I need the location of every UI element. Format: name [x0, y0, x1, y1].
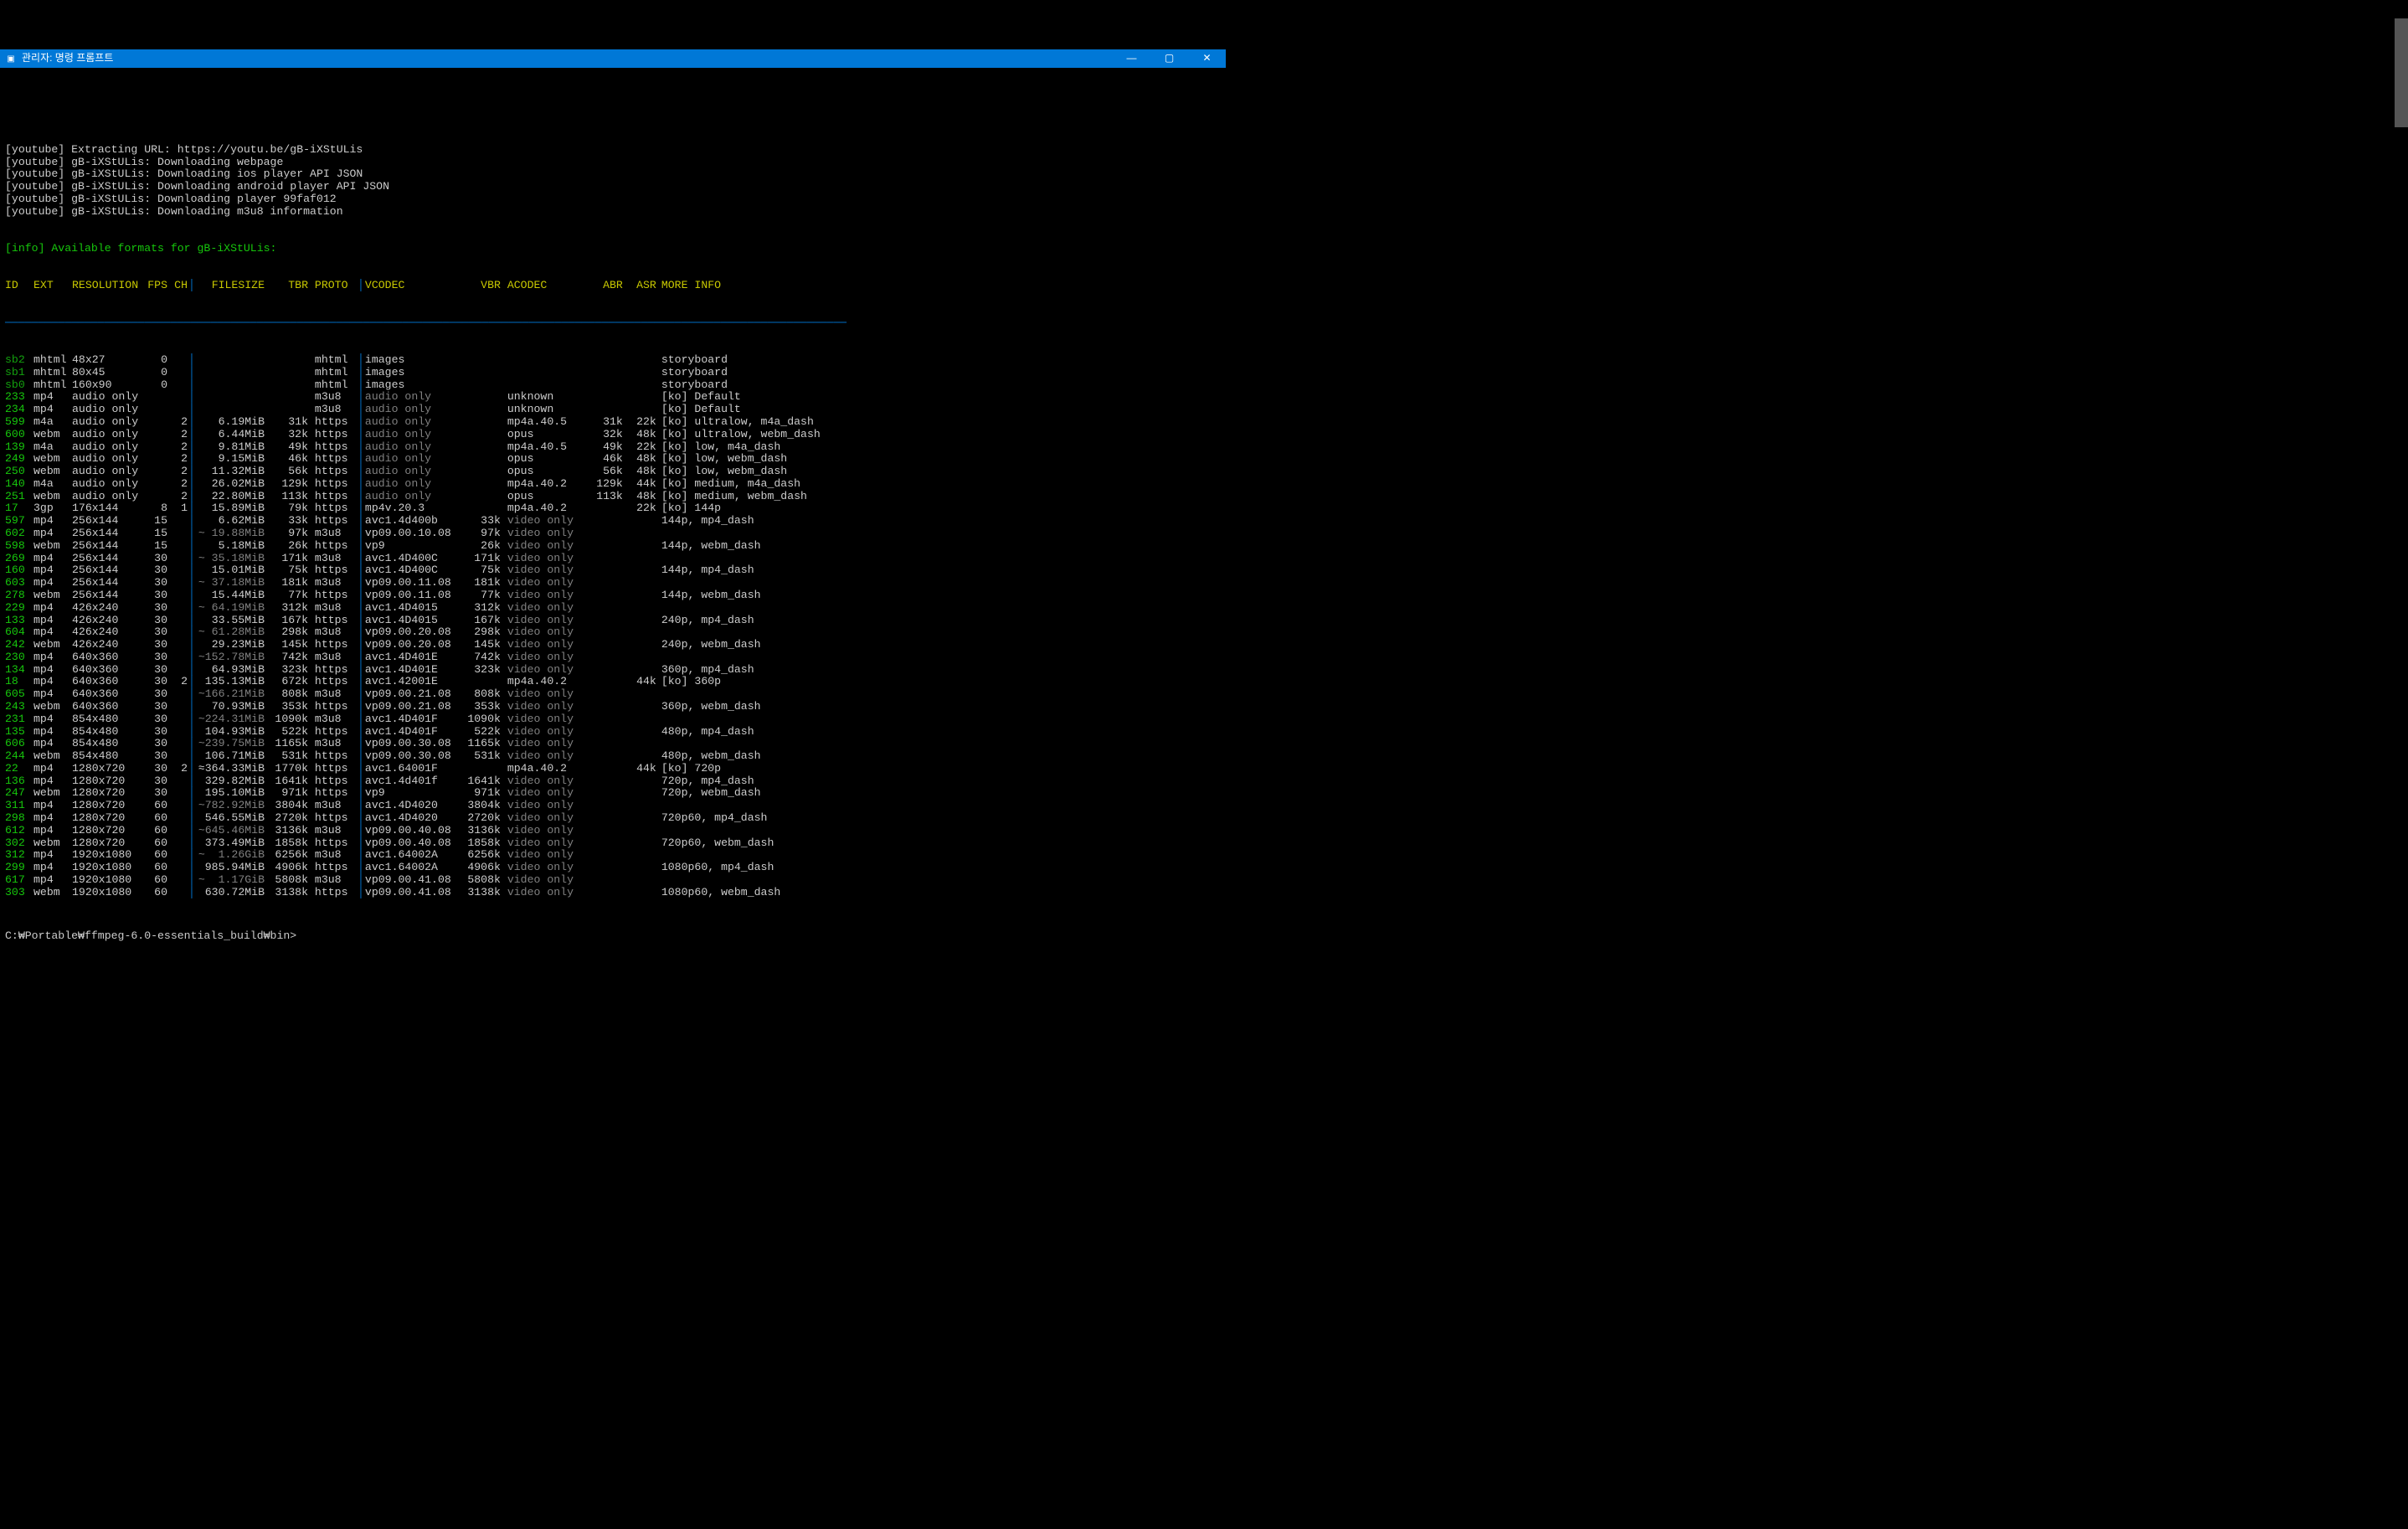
log-line: [youtube] gB-iXStULis: Downloading playe…	[5, 193, 1221, 206]
titlebar[interactable]: ▣ 관리자: 명령 프롬프트 — ▢ ✕	[0, 49, 1226, 68]
table-row: 604mp4426x24030│~ 61.28MiB298k m3u8│vp09…	[5, 626, 1221, 639]
table-row: sb0mhtml160x900│ mhtml│images storyboard	[5, 379, 1221, 392]
table-row: 243webm640x36030│70.93MiB353k https│vp09…	[5, 701, 1221, 713]
table-row: 312mp41920x108060│~ 1.26GiB6256k m3u8│av…	[5, 849, 1221, 862]
log-line: [youtube] gB-iXStULis: Downloading ios p…	[5, 168, 1221, 181]
table-row: 612mp41280x72060│~645.46MiB3136k m3u8│vp…	[5, 825, 1221, 837]
table-row: 230mp4640x36030│~152.78MiB742k m3u8│avc1…	[5, 651, 1221, 664]
table-row: 135mp4854x48030│104.93MiB522k https│avc1…	[5, 726, 1221, 739]
table-row: 617mp41920x108060│~ 1.17GiB5808k m3u8│vp…	[5, 874, 1221, 887]
table-row: 597mp4256x14415│6.62MiB33k https│avc1.4d…	[5, 515, 1221, 528]
table-row: 229mp4426x24030│~ 64.19MiB312k m3u8│avc1…	[5, 602, 1221, 615]
table-row: 247webm1280x72030│195.10MiB971k https│vp…	[5, 787, 1221, 800]
info-line: [info] Available formats for gB-iXStULis…	[5, 242, 276, 255]
table-row: 231mp4854x48030│~224.31MiB1090k m3u8│avc…	[5, 713, 1221, 726]
table-row: sb1mhtml80x450│ mhtml│images storyboard	[5, 367, 1221, 379]
table-row: 136mp41280x72030│329.82MiB1641k https│av…	[5, 775, 1221, 788]
table-row: 249webmaudio only2│9.15MiB46k https│audi…	[5, 453, 1221, 466]
table-row: 600webmaudio only2│6.44MiB32k https│audi…	[5, 429, 1221, 441]
table-row: 603mp4256x14430│~ 37.18MiB181k m3u8│vp09…	[5, 577, 1221, 589]
table-row: 303webm1920x108060│630.72MiB3138k https│…	[5, 887, 1221, 899]
table-row: 250webmaudio only2│11.32MiB56k https│aud…	[5, 466, 1221, 478]
table-row: 173gp176x14481│15.89MiB79k https│mp4v.20…	[5, 502, 1221, 515]
minimize-button[interactable]: —	[1113, 49, 1150, 68]
table-row: 133mp4426x24030│33.55MiB167k https│avc1.…	[5, 615, 1221, 627]
table-row: 160mp4256x14430│15.01MiB75k https│avc1.4…	[5, 564, 1221, 577]
table-row: 302webm1280x72060│373.49MiB1858k https│v…	[5, 837, 1221, 850]
header-separator: ────────────────────────────────────────…	[5, 317, 1221, 330]
log-line: [youtube] gB-iXStULis: Downloading m3u8 …	[5, 206, 1221, 219]
log-line: [youtube] Extracting URL: https://youtu.…	[5, 144, 1221, 157]
scrollbar[interactable]	[2395, 18, 2408, 127]
table-row: 22mp41280x720302│≈364.33MiB1770k https│a…	[5, 763, 1221, 775]
table-row: 278webm256x14430│15.44MiB77k https│vp09.…	[5, 589, 1221, 602]
log-line: [youtube] gB-iXStULis: Downloading andro…	[5, 181, 1221, 193]
table-row: 606mp4854x48030│~239.75MiB1165k m3u8│vp0…	[5, 738, 1221, 750]
table-row: 233mp4audio only│ m3u8│audio only unknow…	[5, 391, 1221, 404]
terminal-output[interactable]: [youtube] Extracting URL: https://youtu.…	[0, 117, 1226, 956]
table-row: 244webm854x48030│106.71MiB531k https│vp0…	[5, 750, 1221, 763]
table-row: 139m4aaudio only2│9.81MiB49k https│audio…	[5, 441, 1221, 454]
table-row: 598webm256x14415│5.18MiB26k https│vp926k…	[5, 540, 1221, 553]
cmd-icon: ▣	[5, 53, 17, 64]
table-row: 234mp4audio only│ m3u8│audio only unknow…	[5, 404, 1221, 416]
table-row: 140m4aaudio only2│26.02MiB129k https│aud…	[5, 478, 1221, 491]
table-row: 242webm426x24030│29.23MiB145k https│vp09…	[5, 639, 1221, 651]
table-row: 298mp41280x72060│546.55MiB2720k https│av…	[5, 812, 1221, 825]
table-header: IDEXTRESOLUTIONFPSCH│FILESIZETBR PROTO│V…	[5, 280, 1221, 292]
log-line: [youtube] gB-iXStULis: Downloading webpa…	[5, 157, 1221, 169]
table-row: 299mp41920x108060│985.94MiB4906k https│a…	[5, 862, 1221, 874]
table-row: 269mp4256x14430│~ 35.18MiB171k m3u8│avc1…	[5, 553, 1221, 565]
table-row: 251webmaudio only2│22.80MiB113k https│au…	[5, 491, 1221, 503]
table-row: 605mp4640x36030│~166.21MiB808k m3u8│vp09…	[5, 688, 1221, 701]
table-row: sb2mhtml48x270│ mhtml│images storyboard	[5, 354, 1221, 367]
table-row: 311mp41280x72060│~782.92MiB3804k m3u8│av…	[5, 800, 1221, 812]
maximize-button[interactable]: ▢	[1150, 49, 1188, 68]
window-title: 관리자: 명령 프롬프트	[22, 53, 113, 64]
close-button[interactable]: ✕	[1188, 49, 1226, 68]
table-row: 599m4aaudio only2│6.19MiB31k https│audio…	[5, 416, 1221, 429]
table-row: 134mp4640x36030│64.93MiB323k https│avc1.…	[5, 664, 1221, 677]
table-row: 18mp4640x360302│135.13MiB672k https│avc1…	[5, 676, 1221, 688]
table-row: 602mp4256x14415│~ 19.88MiB97k m3u8│vp09.…	[5, 528, 1221, 540]
prompt: C:₩Portable₩ffmpeg-6.0-essentials_build₩…	[5, 929, 296, 942]
